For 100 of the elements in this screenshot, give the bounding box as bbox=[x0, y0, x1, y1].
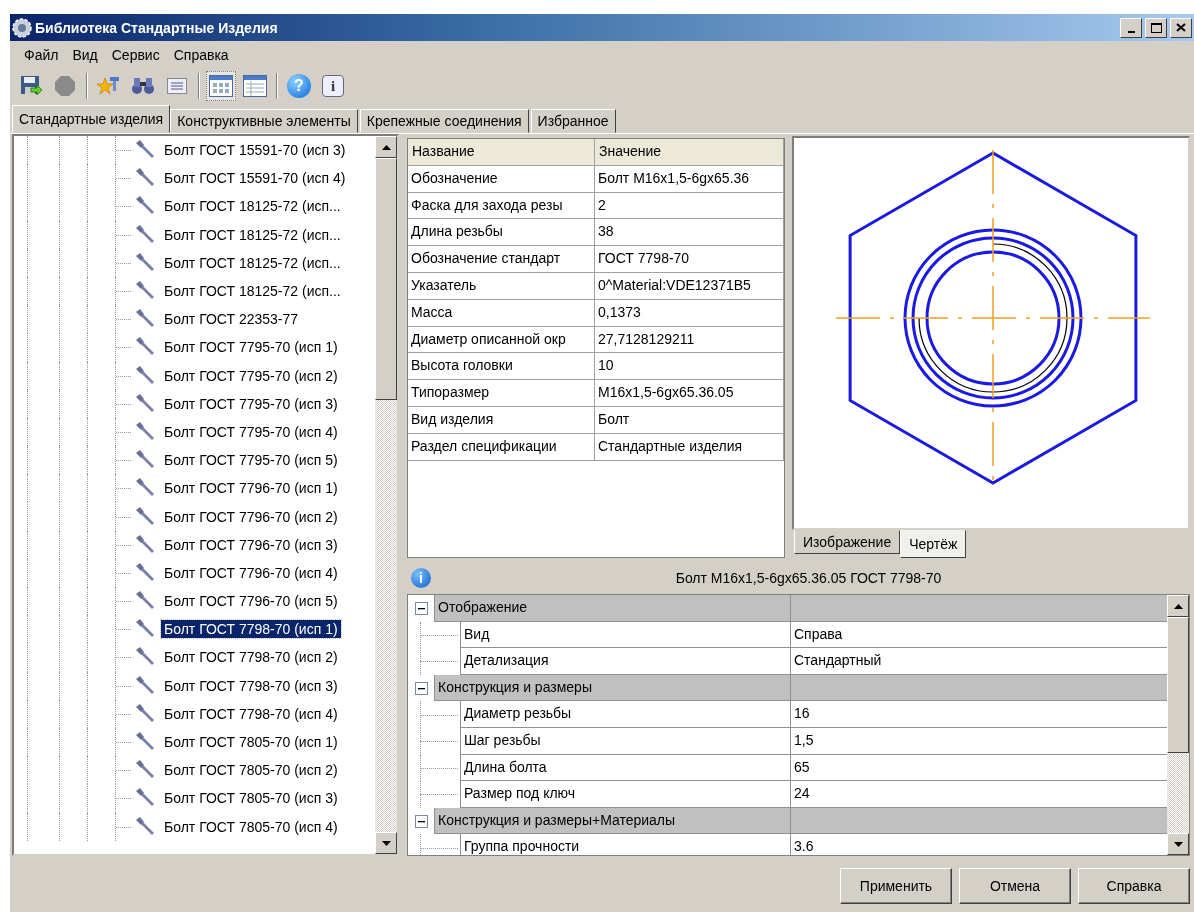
table-cell: Длина резьбы bbox=[408, 219, 595, 246]
table-cell: ГОСТ 7798-70 bbox=[595, 246, 784, 272]
table-cell: Указатель bbox=[408, 273, 595, 299]
tab[interactable]: Конструктивные элементы bbox=[170, 109, 358, 133]
table-cell: Обозначение стандарт bbox=[408, 246, 595, 272]
list-window-icon bbox=[167, 78, 187, 94]
table-cell: Диаметр описанной окр bbox=[408, 326, 595, 353]
category-label[interactable]: Конструкция и размеры bbox=[434, 674, 791, 702]
table-cell: М16x1,5-6gx65.36.05 bbox=[595, 380, 784, 406]
menu-item[interactable]: Вид bbox=[66, 45, 104, 65]
up-arrow-icon bbox=[381, 144, 391, 150]
scrollbar[interactable] bbox=[375, 136, 397, 854]
tree-item[interactable]: Болт ГОСТ 18125-72 (исп... bbox=[161, 197, 344, 216]
table-cell: 10 bbox=[595, 353, 784, 380]
close-button[interactable] bbox=[1170, 17, 1192, 38]
item-title: Болт М16x1,5-6gx65.36.05 ГОСТ 7798-70 bbox=[674, 570, 943, 586]
tree-item[interactable]: Болт ГОСТ 7795-70 (исп 2) bbox=[161, 366, 341, 385]
property-value[interactable]: 16 bbox=[791, 701, 1167, 728]
collapse-button[interactable] bbox=[414, 601, 428, 615]
property-name: Размер под ключ bbox=[460, 781, 791, 808]
tree-item[interactable]: Болт ГОСТ 18125-72 (исп... bbox=[161, 282, 344, 301]
stop-icon bbox=[54, 75, 76, 97]
table-cell: Типоразмер bbox=[408, 380, 595, 406]
dialog-button[interactable]: Отмена bbox=[959, 868, 1071, 904]
scroll-thumb[interactable] bbox=[375, 158, 397, 400]
gear-icon bbox=[12, 17, 32, 38]
table-cell: Обозначение bbox=[408, 165, 595, 192]
scroll-thumb[interactable] bbox=[1167, 617, 1189, 753]
property-value[interactable]: 1,5 bbox=[791, 727, 1167, 755]
menu-item[interactable]: Сервис bbox=[105, 45, 166, 65]
tree-item[interactable]: Болт ГОСТ 7796-70 (исп 3) bbox=[161, 535, 341, 554]
tree-item[interactable]: Болт ГОСТ 7796-70 (исп 1) bbox=[161, 479, 341, 498]
maximize-icon bbox=[1150, 22, 1162, 33]
menu-item[interactable]: Справка bbox=[167, 45, 235, 65]
collapse-button[interactable] bbox=[414, 814, 428, 828]
tab[interactable]: Изображение bbox=[794, 530, 901, 554]
tab[interactable]: Избранное bbox=[530, 109, 616, 133]
table-cell: Раздел спецификации bbox=[408, 433, 595, 460]
maximize-button[interactable] bbox=[1145, 17, 1167, 38]
tree-item[interactable]: Болт ГОСТ 22353-77 bbox=[161, 310, 302, 329]
category-label[interactable]: Конструкция и размеры+Материалы bbox=[434, 807, 791, 835]
tree-item[interactable]: Болт ГОСТ 7795-70 (исп 1) bbox=[161, 338, 341, 357]
property-name: Вид bbox=[460, 621, 791, 649]
scroll-down-button[interactable] bbox=[1167, 833, 1189, 855]
down-arrow-icon bbox=[1173, 841, 1183, 847]
tree-item[interactable]: Болт ГОСТ 18125-72 (исп... bbox=[161, 253, 344, 272]
tree-item[interactable]: Болт ГОСТ 7805-70 (исп 1) bbox=[161, 733, 341, 752]
property-value[interactable]: Справа bbox=[791, 621, 1167, 649]
column-header[interactable]: Значение bbox=[595, 139, 784, 165]
property-value[interactable]: Стандартный bbox=[791, 648, 1167, 675]
dialog-button[interactable]: Справка bbox=[1078, 868, 1190, 904]
minimize-button[interactable] bbox=[1120, 17, 1142, 38]
star-bolt-icon bbox=[97, 75, 121, 97]
tree-item[interactable]: Болт ГОСТ 7796-70 (исп 2) bbox=[161, 507, 341, 526]
scroll-up-button[interactable] bbox=[1167, 595, 1189, 617]
tree-item[interactable]: Болт ГОСТ 7798-70 (исп 2) bbox=[161, 648, 341, 667]
icon-view-button[interactable] bbox=[206, 71, 236, 101]
table-cell: 0,1373 bbox=[595, 299, 784, 326]
property-value[interactable]: 65 bbox=[791, 754, 1167, 782]
tree-item[interactable]: Болт ГОСТ 7795-70 (исп 3) bbox=[161, 394, 341, 413]
tree-item[interactable]: Болт ГОСТ 7805-70 (исп 3) bbox=[161, 789, 341, 808]
tree-item[interactable]: Болт ГОСТ 7798-70 (исп 1) bbox=[161, 620, 341, 639]
close-icon bbox=[1176, 23, 1186, 32]
table-cell: Болт bbox=[595, 406, 784, 433]
table-cell: 0^Material:VDE12371B5 bbox=[595, 273, 784, 299]
tree-item[interactable]: Болт ГОСТ 7805-70 (исп 4) bbox=[161, 817, 341, 836]
tab[interactable]: Стандартные изделия bbox=[12, 105, 171, 133]
scroll-up-button[interactable] bbox=[375, 136, 397, 158]
window-title: Библиотека Стандартные Изделия bbox=[35, 19, 279, 36]
down-arrow-icon bbox=[381, 840, 391, 846]
tree-item[interactable]: Болт ГОСТ 15591-70 (исп 3) bbox=[161, 141, 349, 160]
scrollbar[interactable] bbox=[1167, 595, 1189, 855]
menu-item[interactable]: Файл bbox=[18, 45, 65, 65]
tab[interactable]: Чертёж bbox=[900, 530, 967, 558]
tree-item[interactable]: Болт ГОСТ 7805-70 (исп 2) bbox=[161, 761, 341, 780]
property-name: Детализация bbox=[460, 648, 791, 675]
table-cell: Высота головки bbox=[408, 353, 595, 380]
column-header[interactable]: Название bbox=[408, 139, 595, 165]
tree-item[interactable]: Болт ГОСТ 7795-70 (исп 4) bbox=[161, 422, 341, 441]
binoculars-icon bbox=[131, 76, 155, 96]
table-cell: Фаска для захода резы bbox=[408, 192, 595, 219]
table-cell: Масса bbox=[408, 299, 595, 326]
table-cell: Болт М16x1,5-6gx65.36 bbox=[595, 165, 784, 192]
tree-item[interactable]: Болт ГОСТ 18125-72 (исп... bbox=[161, 225, 344, 244]
tree-item[interactable]: Болт ГОСТ 7798-70 (исп 3) bbox=[161, 676, 341, 695]
tree-item[interactable]: Болт ГОСТ 7796-70 (исп 5) bbox=[161, 592, 341, 611]
property-name: Длина болта bbox=[460, 754, 791, 782]
property-value[interactable]: 24 bbox=[791, 781, 1167, 808]
table-cell: 27,7128129211 bbox=[595, 326, 784, 353]
dialog-button[interactable]: Применить bbox=[840, 868, 952, 904]
tree-item[interactable]: Болт ГОСТ 15591-70 (исп 4) bbox=[161, 169, 349, 188]
category-label[interactable]: Отображение bbox=[434, 595, 791, 622]
tree-item[interactable]: Болт ГОСТ 7795-70 (исп 5) bbox=[161, 451, 341, 470]
tree-item[interactable]: Болт ГОСТ 7796-70 (исп 4) bbox=[161, 563, 341, 582]
collapse-button[interactable] bbox=[414, 681, 428, 695]
table-cell: Вид изделия bbox=[408, 406, 595, 433]
tab[interactable]: Крепежные соединения bbox=[359, 109, 529, 133]
scroll-down-button[interactable] bbox=[375, 832, 397, 854]
minimize-icon bbox=[1127, 30, 1135, 33]
tree-item[interactable]: Болт ГОСТ 7798-70 (исп 4) bbox=[161, 704, 341, 723]
